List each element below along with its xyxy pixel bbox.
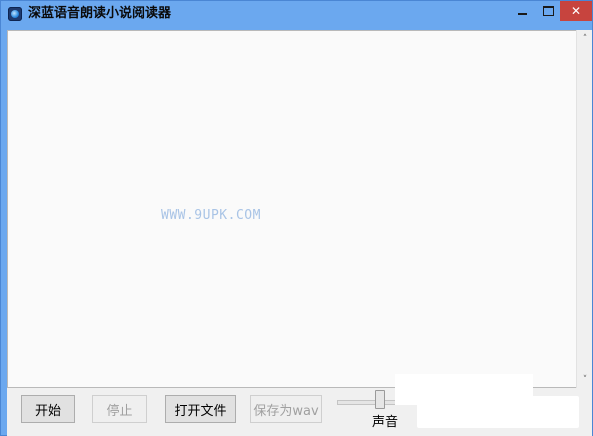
maximize-icon bbox=[543, 6, 554, 16]
volume-label: 声音 bbox=[372, 415, 399, 430]
start-button[interactable]: 开始 bbox=[21, 395, 75, 423]
title-bar[interactable]: 深蓝语音朗读小说阅读器 ✕ bbox=[1, 1, 592, 27]
open-file-button[interactable]: 打开文件 bbox=[165, 395, 236, 423]
scroll-up-icon[interactable]: ˄ bbox=[579, 33, 591, 45]
close-icon: ✕ bbox=[570, 4, 582, 18]
minimize-icon bbox=[517, 13, 527, 15]
volume-slider-thumb[interactable] bbox=[374, 390, 385, 409]
client-area: WWW.9UPK.COM ˄ ˅ 开始 停止 打开文件 保存为wav 声音 速度 bbox=[7, 30, 592, 436]
control-bar: 开始 停止 打开文件 保存为wav 声音 速度 bbox=[7, 374, 592, 436]
scroll-down-icon[interactable]: ˅ bbox=[579, 374, 591, 386]
window-title: 深蓝语音朗读小说阅读器 bbox=[28, 6, 172, 21]
stop-button[interactable]: 停止 bbox=[92, 395, 147, 423]
maximize-button[interactable] bbox=[536, 1, 561, 21]
watermark-text: WWW.9UPK.COM bbox=[161, 208, 261, 223]
minimize-button[interactable] bbox=[508, 1, 536, 21]
redaction-patch bbox=[417, 396, 579, 428]
save-wav-button[interactable]: 保存为wav bbox=[250, 395, 322, 423]
text-area[interactable]: WWW.9UPK.COM bbox=[7, 30, 577, 388]
app-logo-icon bbox=[8, 7, 22, 21]
vertical-scrollbar[interactable]: ˄ ˅ bbox=[576, 30, 592, 388]
app-window: 深蓝语音朗读小说阅读器 ✕ WWW.9UPK.COM ˄ ˅ 开始 停止 打开文… bbox=[0, 0, 593, 436]
close-button[interactable]: ✕ bbox=[560, 1, 592, 21]
